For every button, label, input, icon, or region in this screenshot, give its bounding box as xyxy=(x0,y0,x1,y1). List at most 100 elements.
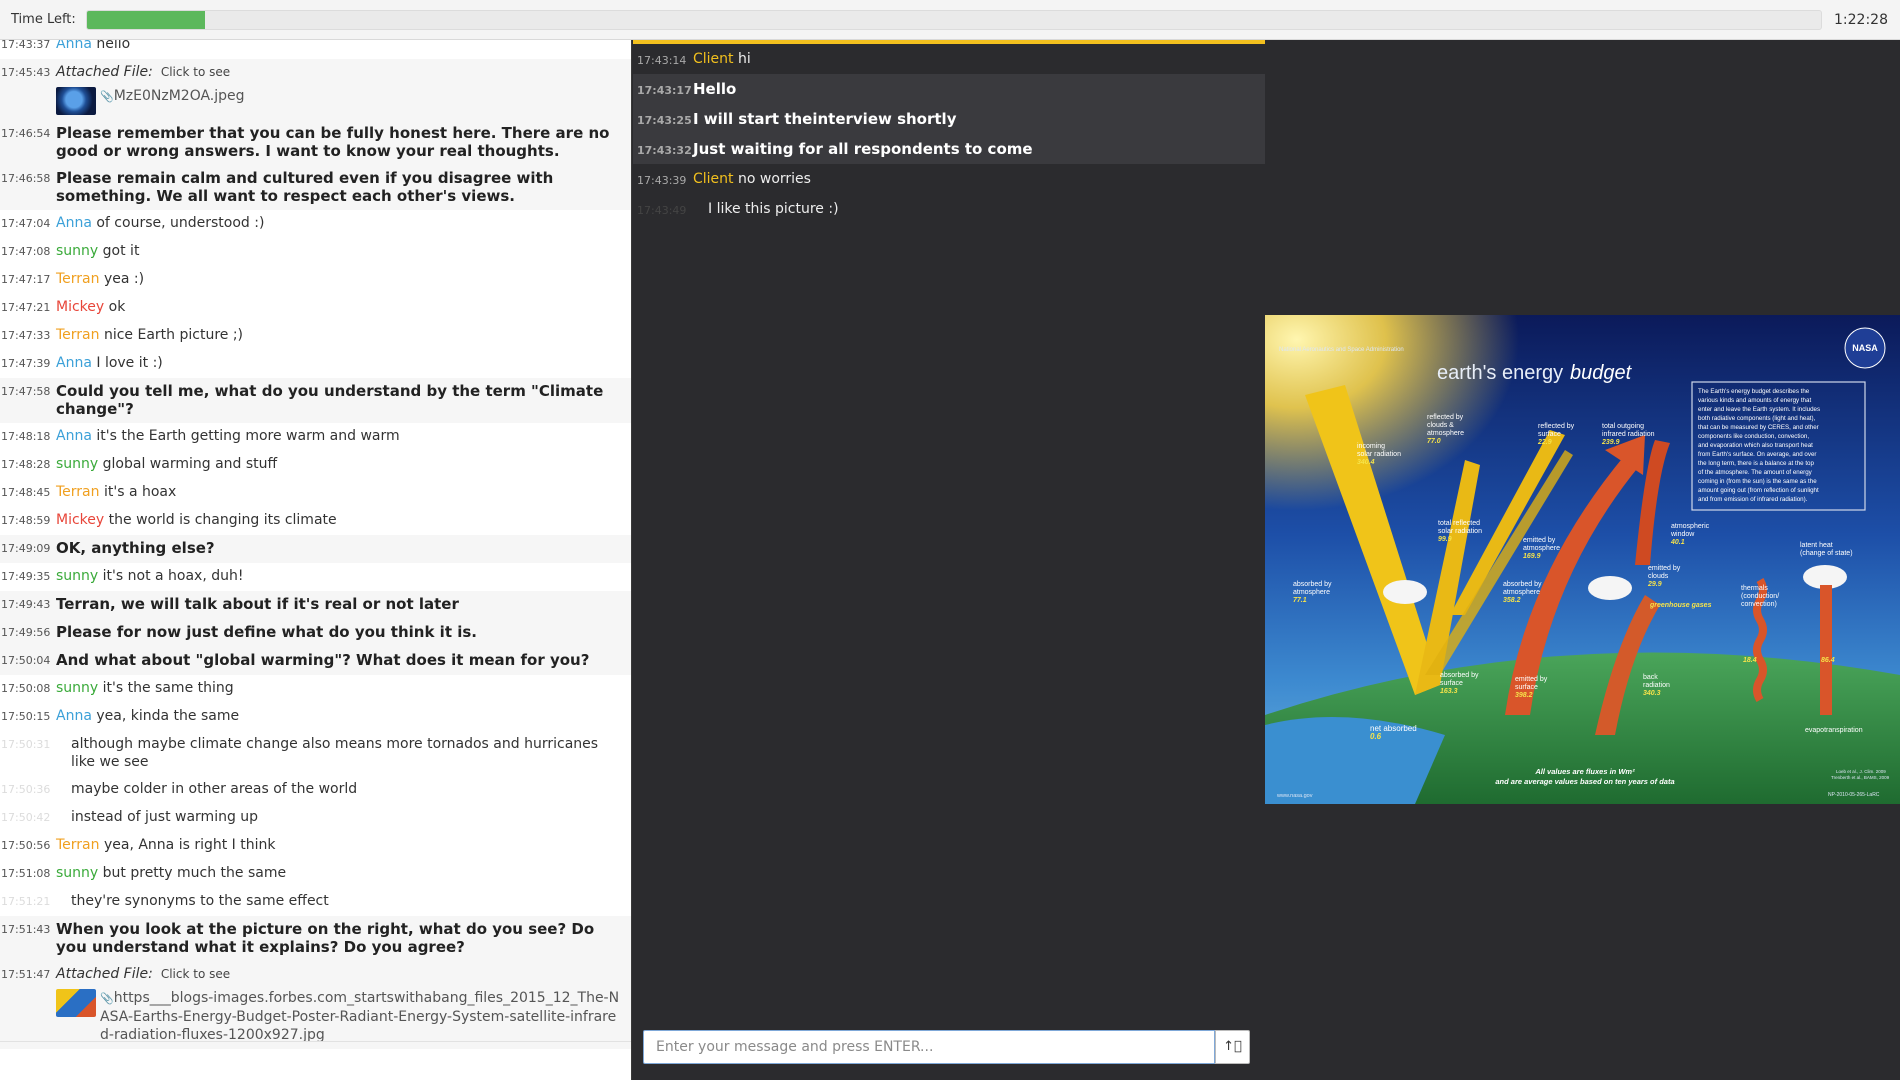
message-timestamp: 17:49:35 xyxy=(1,570,51,583)
chat-message: 17:50:15 Anna yea, kinda the same xyxy=(0,703,631,731)
poster-label: atmosphere xyxy=(1503,589,1540,596)
message-timestamp: 17:46:58 xyxy=(1,172,51,185)
message-text: Hello xyxy=(693,80,737,98)
message-timestamp: 17:49:43 xyxy=(1,598,51,611)
chat-message: 17:47:04 Anna of course, understood :) xyxy=(0,210,631,238)
moderator-message: 17:49:43 Terran, we will talk about if it… xyxy=(0,591,631,619)
upload-arrow-icon: ↑⃨ xyxy=(1223,1039,1242,1054)
chat-message: 17:49:35 sunny it's not a hoax, duh! xyxy=(0,563,631,591)
poster-label: greenhouse gases xyxy=(1649,602,1712,609)
attachment-file[interactable]: 📎MzE0NzM2OA.jpeg xyxy=(56,87,625,115)
message-body: instead of just warming up xyxy=(56,808,625,827)
poster-label: emitted by xyxy=(1648,565,1681,572)
poster-label: radiation xyxy=(1643,682,1670,689)
message-timestamp: 17:51:43 xyxy=(1,923,51,936)
message-timestamp: 17:50:31 xyxy=(1,738,51,751)
message-text: it's not a hoax, duh! xyxy=(102,568,244,584)
attachment-label: Attached File: xyxy=(56,966,153,982)
message-timestamp: 17:50:36 xyxy=(1,783,51,796)
message-text: maybe colder in other areas of the world xyxy=(71,781,358,797)
message-timestamp: 17:50:56 xyxy=(1,839,51,852)
message-text: of course, understood :) xyxy=(96,215,265,231)
shared-image-panel: National Aeronautics and Space Administr… xyxy=(1265,40,1900,1080)
message-timestamp: 17:47:58 xyxy=(1,385,51,398)
message-input[interactable] xyxy=(643,1030,1215,1064)
chat-message: 17:51:21 they're synonyms to the same eff… xyxy=(0,888,631,916)
attachment-filename[interactable]: 📎MzE0NzM2OA.jpeg xyxy=(100,87,245,106)
chat-message: 17:43:37 Anna hello xyxy=(0,40,631,59)
message-timestamp: 17:50:04 xyxy=(1,654,51,667)
poster-title-emphasis: budget xyxy=(1570,362,1633,384)
poster-label: solar radiation xyxy=(1438,528,1482,535)
send-button[interactable]: ↑⃨ xyxy=(1215,1030,1250,1064)
attachment-header: Attached File: Click to see xyxy=(56,63,625,81)
moderator-message: 17:49:56 Please for now just define what … xyxy=(0,619,631,647)
message-text: hi xyxy=(737,51,751,67)
chat-message: 17:50:42 instead of just warming up xyxy=(0,804,631,832)
attachment-file[interactable]: 📎https___blogs-images.forbes.com_startsw… xyxy=(56,989,625,1044)
time-left-progress xyxy=(86,10,1822,30)
message-body: Attached File: Click to see 📎https___blogs… xyxy=(56,965,625,1044)
poster-label: NP-2010-05-265-LaRC xyxy=(1828,792,1880,798)
message-timestamp: 17:43:49 xyxy=(637,204,687,217)
moderator-message: 17:47:58 Could you tell me, what do you u… xyxy=(0,378,631,423)
message-text: it's the Earth getting more warm and war… xyxy=(96,428,400,444)
poster-description-line: coming in (from the sun) is the same as … xyxy=(1698,478,1817,485)
message-timestamp: 17:49:56 xyxy=(1,626,51,639)
message-body: Please remain calm and cultured even if … xyxy=(56,169,625,205)
attachment-filename[interactable]: 📎https___blogs-images.forbes.com_startsw… xyxy=(100,989,625,1044)
poster-label: 340.4 xyxy=(1357,459,1375,466)
message-body: Anna it's the Earth getting more warm an… xyxy=(56,427,625,446)
poster-label: 398.2 xyxy=(1515,692,1533,699)
time-left-bar: Time Left: 1:22:28 xyxy=(0,0,1900,40)
moderator-message: 17:43:32 Just waiting for all respondents… xyxy=(633,134,1265,164)
poster-description-line: both radiative components (light and hea… xyxy=(1698,415,1816,422)
time-left-progress-fill xyxy=(87,11,205,29)
poster-label: 22.9 xyxy=(1537,439,1552,446)
message-timestamp: 17:48:45 xyxy=(1,486,51,499)
message-body: sunny it's the same thing xyxy=(56,679,625,698)
respondent-chat-log[interactable]: 17:43:37 Anna hello 17:45:43 Attached File:… xyxy=(0,40,631,1080)
message-body: OK, anything else? xyxy=(56,539,625,558)
sender-name: Mickey xyxy=(56,299,105,315)
poster-label: surface xyxy=(1440,680,1463,687)
message-timestamp: 17:50:08 xyxy=(1,682,51,695)
poster-label: surface xyxy=(1515,684,1538,691)
sender-name: Mickey xyxy=(56,512,105,528)
poster-label: Trenberth et al., BAMS, 2009 xyxy=(1831,775,1890,780)
message-text: hello xyxy=(96,40,131,52)
sender-name: Client xyxy=(693,51,734,67)
click-to-see-link[interactable]: Click to see xyxy=(161,65,230,79)
attachment-thumbnail[interactable] xyxy=(56,87,96,115)
message-body: Mickey the world is changing its climate xyxy=(56,511,625,530)
message-body: sunny it's not a hoax, duh! xyxy=(56,567,625,586)
message-text: And what about "global warming"? What do… xyxy=(56,651,590,669)
message-body: Anna of course, understood :) xyxy=(56,214,625,233)
poster-label: incoming xyxy=(1357,443,1385,450)
message-text: but pretty much the same xyxy=(102,865,287,881)
poster-label: 40.1 xyxy=(1670,539,1685,546)
message-text: Please remember that you can be fully ho… xyxy=(56,124,610,160)
message-timestamp: 17:43:17 xyxy=(637,84,692,97)
attachment-label: Attached File: xyxy=(56,64,153,80)
poster-label: clouds & xyxy=(1427,422,1454,429)
poster-label: absorbed by xyxy=(1440,672,1479,679)
message-text: OK, anything else? xyxy=(56,539,215,557)
poster-label: 29.9 xyxy=(1647,581,1662,588)
chat-message: 17:50:36 maybe colder in other areas of t… xyxy=(0,776,631,804)
poster-label: 99.9 xyxy=(1438,536,1452,543)
sender-name: Terran xyxy=(56,327,100,343)
poster-label: evapotranspiration xyxy=(1805,727,1863,734)
attachment-header: Attached File: Click to see xyxy=(56,965,625,983)
message-timestamp: 17:47:21 xyxy=(1,301,51,314)
poster-description-line: the long term, there is a balance at the… xyxy=(1698,460,1814,467)
sender-name: sunny xyxy=(56,243,99,259)
attachment-thumbnail[interactable] xyxy=(56,989,96,1017)
click-to-see-link[interactable]: Click to see xyxy=(161,967,230,981)
message-body: Just waiting for all respondents to come xyxy=(693,140,1033,160)
message-body: although maybe climate change also means… xyxy=(56,735,625,771)
chat-message: 17:43:49 I like this picture :) xyxy=(633,194,1265,224)
poster-label: atmosphere xyxy=(1523,545,1560,552)
sender-name: sunny xyxy=(56,865,99,881)
message-body: Please remember that you can be fully ho… xyxy=(56,124,625,160)
